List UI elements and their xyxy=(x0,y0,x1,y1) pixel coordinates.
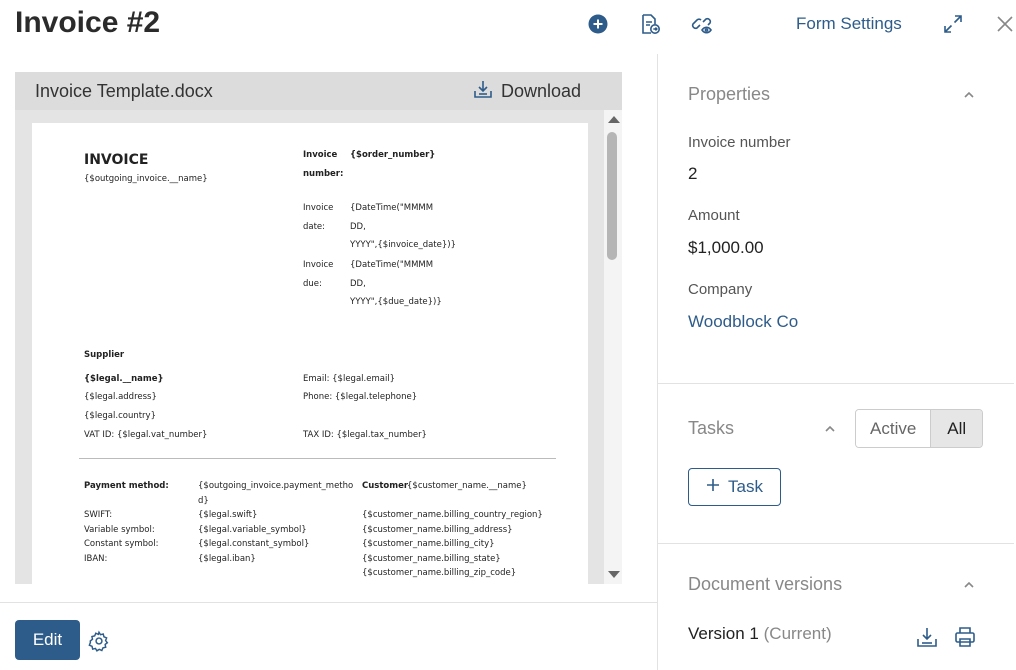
task-filter-toggle[interactable]: Active All xyxy=(855,409,983,448)
edit-button[interactable]: Edit xyxy=(15,620,80,660)
section-divider xyxy=(658,383,1014,384)
file-name: Invoice Template.docx xyxy=(35,81,213,101)
doc-text: VAT ID: {$legal.vat_number} xyxy=(84,430,208,440)
scroll-down-arrow-icon[interactable] xyxy=(608,571,620,578)
download-label: Download xyxy=(501,81,582,101)
doc-text: {$outgoing_invoice.__name} xyxy=(84,174,208,184)
download-button[interactable]: Download xyxy=(473,79,581,104)
doc-text: {DateTime("MMMM xyxy=(350,260,434,270)
vertical-scrollbar[interactable] xyxy=(604,110,622,584)
doc-text: {$customer_name.billing_zip_code} xyxy=(362,568,517,578)
doc-text: Constant symbol: xyxy=(84,539,159,549)
doc-text: {$legal.constant_symbol} xyxy=(198,539,310,549)
doc-text: {$customer_name.billing_country_region} xyxy=(362,510,543,520)
doc-text: {$customer_name.billing_state} xyxy=(362,554,501,564)
doc-text: IBAN: xyxy=(84,554,108,564)
print-icon[interactable] xyxy=(954,626,976,648)
doc-text: YYYY",{$due_date})} xyxy=(350,297,442,307)
chevron-up-icon[interactable] xyxy=(962,88,976,102)
doc-text: date: xyxy=(303,222,326,232)
doc-text: SWIFT: xyxy=(84,510,113,520)
doc-heading: INVOICE xyxy=(84,152,149,168)
chevron-up-icon[interactable] xyxy=(962,578,976,592)
doc-text: due: xyxy=(303,279,322,289)
version-entry: Version 1 (Current) xyxy=(688,624,832,644)
amount-label: Amount xyxy=(688,207,740,224)
scroll-up-arrow-icon[interactable] xyxy=(608,116,620,123)
doc-text: {$legal.__name} xyxy=(84,374,164,384)
document-versions-title: Document versions xyxy=(688,574,843,594)
document-canvas[interactable]: INVOICE {$outgoing_invoice.__name} Invoi… xyxy=(15,110,622,584)
doc-text: Invoice xyxy=(303,260,334,270)
scroll-thumb[interactable] xyxy=(607,132,617,260)
doc-text: Phone: {$legal.telephone} xyxy=(303,392,418,402)
filter-all-button[interactable]: All xyxy=(930,410,982,447)
company-label: Company xyxy=(688,281,753,298)
invoice-number-value: 2 xyxy=(688,164,698,183)
link-view-icon[interactable] xyxy=(690,12,714,36)
doc-text: {DateTime("MMMM xyxy=(350,203,434,213)
form-settings-link[interactable]: Form Settings xyxy=(796,14,902,34)
download-icon xyxy=(473,79,493,104)
add-task-label: Task xyxy=(728,477,763,496)
doc-text: {$legal.variable_symbol} xyxy=(198,525,307,535)
version-label: Version 1 xyxy=(688,624,759,643)
expand-icon[interactable] xyxy=(941,12,965,36)
doc-text: DD, xyxy=(350,279,366,289)
doc-text: {$legal.swift} xyxy=(198,510,258,520)
doc-text: Customer xyxy=(362,481,409,491)
close-icon[interactable] xyxy=(993,12,1016,36)
doc-text: TAX ID: {$legal.tax_number} xyxy=(303,430,427,440)
doc-text: {$customer_name.billing_address} xyxy=(362,525,513,535)
doc-text: Variable symbol: xyxy=(84,525,155,535)
doc-text: Payment method: xyxy=(84,481,169,491)
doc-text: {$legal.address} xyxy=(84,392,157,402)
properties-title: Properties xyxy=(688,84,771,104)
viewer-toolbar: Invoice Template.docx Download xyxy=(15,72,622,110)
document-viewer: Invoice Template.docx Download INVOICE {… xyxy=(15,72,622,584)
right-panel: Properties Invoice number 2 Amount $1,00… xyxy=(657,54,1016,670)
doc-text: Supplier xyxy=(84,350,125,360)
company-link[interactable]: Woodblock Co xyxy=(688,312,798,332)
add-task-button[interactable]: Task xyxy=(688,468,781,506)
doc-text: {$outgoing_invoice.payment_metho xyxy=(198,481,354,491)
filter-active-button[interactable]: Active xyxy=(856,410,931,447)
section-divider xyxy=(658,543,1014,544)
document-page: INVOICE {$outgoing_invoice.__name} Invoi… xyxy=(32,123,588,584)
doc-text: YYYY",{$invoice_date})} xyxy=(350,240,456,250)
current-label: (Current) xyxy=(763,624,832,643)
page-title: Invoice #2 xyxy=(15,6,161,39)
doc-text: Invoice xyxy=(303,150,338,160)
doc-text: {$order_number} xyxy=(350,150,436,160)
doc-text: {$customer_name.billing_city} xyxy=(362,539,495,549)
document-export-icon[interactable] xyxy=(638,12,662,36)
doc-text: {$customer_name.__name} xyxy=(407,481,527,491)
invoice-number-label: Invoice number xyxy=(688,134,791,151)
doc-text: d} xyxy=(198,496,209,506)
plus-icon xyxy=(706,477,720,497)
doc-text: DD, xyxy=(350,222,366,232)
doc-text: Email: {$legal.email} xyxy=(303,374,396,384)
download-version-icon[interactable] xyxy=(916,626,938,648)
amount-value: $1,000.00 xyxy=(688,238,764,257)
doc-text: number: xyxy=(303,169,344,179)
tasks-title: Tasks xyxy=(688,418,735,438)
doc-text: {$legal.country} xyxy=(84,411,156,421)
doc-text: {$legal.iban} xyxy=(198,554,256,564)
doc-text: Invoice xyxy=(303,203,334,213)
gear-icon[interactable] xyxy=(88,630,110,652)
doc-divider xyxy=(79,458,556,459)
chevron-up-icon[interactable] xyxy=(823,422,837,436)
add-circle-icon[interactable] xyxy=(586,12,610,36)
footer-divider xyxy=(0,602,657,603)
